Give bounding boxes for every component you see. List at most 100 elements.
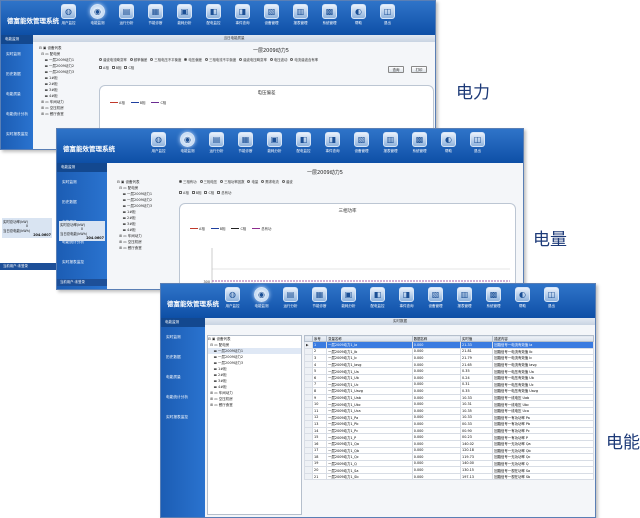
table-row[interactable]: 19 一层2009动力1_Q 0.000 140.00 回路信号一无功功率 Q bbox=[303, 459, 594, 468]
option-radio[interactable]: 三相功率因数 bbox=[220, 179, 244, 184]
nav-item-2[interactable]: ▤ 运行分析 bbox=[113, 3, 140, 33]
sidebar-item-realtime[interactable]: 实时监测 bbox=[57, 172, 107, 192]
option-radio[interactable]: 谐波 bbox=[281, 179, 293, 184]
sidebar-item-quality[interactable]: 电能质量 bbox=[161, 367, 205, 387]
table-row[interactable]: 3 一层2009动力1_Ic 0.000 21.79 回路信号一电流有效值 Ic bbox=[303, 354, 594, 362]
globe-icon: ◍ bbox=[151, 132, 166, 147]
nav-item-2[interactable]: ▤ 运行分析 bbox=[203, 131, 230, 161]
sidebar-item-statistics[interactable]: 电能统计分析 bbox=[1, 104, 33, 124]
nav-item-3[interactable]: ▦ 节能诊断 bbox=[142, 3, 169, 33]
option-radio[interactable]: 谐波电压畸变率 bbox=[239, 57, 267, 62]
table-row[interactable]: 13 一层2009动力1_Pb 0.000 00.33 回路信号一有功功率 Pb bbox=[303, 420, 594, 428]
table-row[interactable]: 7 一层2009动力1_Uc 0.000 0.31 回路信号一电压有效值 Uc bbox=[303, 380, 594, 389]
row-indicator bbox=[303, 360, 314, 369]
table-row[interactable]: 16 一层2009动力1_Qa 0.000 140.02 回路信号一无功功率 Qa bbox=[303, 439, 594, 448]
option-radio[interactable]: 电压波动 bbox=[269, 57, 287, 62]
sidebar-item-quality[interactable]: 电能质量 bbox=[1, 84, 33, 104]
nav-item-4[interactable]: ▣ 能耗分析 bbox=[261, 131, 288, 161]
nav-item-10[interactable]: ◐ 帮助 bbox=[435, 131, 462, 161]
option-radio[interactable]: 谐波电流畸变率 bbox=[99, 57, 127, 62]
option-radio[interactable]: 三相有功 bbox=[179, 179, 197, 184]
table-row[interactable]: 21 一层2009动力1_Sb 0.000 197.13 回路信号一视在功率 Sb bbox=[303, 472, 594, 481]
table-row[interactable]: 6 一层2009动力1_Ub 0.000 0.24 回路信号一电压有效值 Ub bbox=[303, 373, 594, 382]
option-radio[interactable]: 电量 bbox=[247, 179, 258, 184]
table-row[interactable]: 5 一层2009动力1_Ua 0.000 0.35 回路信号一电压有效值 Ua bbox=[303, 367, 594, 375]
nav-item-9[interactable]: ▩ 系统管理 bbox=[316, 3, 343, 33]
phase-checkbox[interactable]: C相 bbox=[204, 190, 214, 195]
option-radio[interactable]: 电流谐波含有率 bbox=[290, 57, 318, 62]
sidebar-item-realtime[interactable]: 实时监测 bbox=[161, 327, 205, 347]
sidebar-item-history[interactable]: 历史数据 bbox=[161, 347, 205, 367]
phase-checkbox[interactable]: A相 bbox=[99, 65, 109, 70]
nav-item-4[interactable]: ▣ 能耗分析 bbox=[171, 3, 198, 33]
nav-item-3[interactable]: ▦ 节能诊断 bbox=[306, 286, 333, 316]
table-row[interactable]: 9 一层2009动力1_Uab 0.000 10.33 回路信号一线电压 Uab bbox=[303, 393, 594, 402]
table-row[interactable]: 18 一层2009动力1_Qc 0.000 119.73 回路信号一无功功率 Qc bbox=[303, 453, 594, 461]
sidebar-item-report[interactable]: 实时报表监控 bbox=[57, 252, 107, 272]
query-button[interactable]: 查询 bbox=[388, 66, 404, 73]
nav-item-1[interactable]: ◉ 电能监测 bbox=[174, 131, 201, 161]
sidebar-item-realtime[interactable]: 实时监测 bbox=[1, 44, 33, 64]
nav-item-8[interactable]: ▥ 报表管理 bbox=[451, 286, 478, 316]
option-radio[interactable]: 三相电压不平衡度 bbox=[150, 57, 181, 62]
option-radio[interactable]: 三相电压 bbox=[199, 179, 217, 184]
nav-item-2[interactable]: ▤ 运行分析 bbox=[277, 286, 304, 316]
phase-checkbox[interactable]: 总有功 bbox=[217, 190, 231, 195]
nav-item-1[interactable]: ◉ 电能监测 bbox=[248, 286, 275, 316]
table-row[interactable]: ▶ 1 一层2009动力1_Ia 0.000 21.33 回路信号一电流有效值 Ia bbox=[303, 341, 594, 349]
table-row[interactable]: 10 一层2009动力1_Ubc 0.000 10.31 回路信号一线电压 Ubc bbox=[303, 400, 594, 408]
nav-item-11[interactable]: ◫ 退出 bbox=[538, 286, 565, 316]
nav-item-5[interactable]: ◧ 配电监控 bbox=[364, 286, 391, 316]
nav-item-7[interactable]: ▧ 设备管理 bbox=[258, 3, 285, 33]
nav-item-4[interactable]: ▣ 能耗分析 bbox=[335, 286, 362, 316]
monitor-icon: ◉ bbox=[90, 4, 105, 19]
table-row[interactable]: 14 一层2009动力1_Pc 0.000 00.90 回路信号一有功功率 Pc bbox=[303, 426, 594, 435]
nav-item-7[interactable]: ▧ 设备管理 bbox=[422, 286, 449, 316]
tree-group[interactable]: ⊞ ▭ 餐厅食堂 bbox=[39, 111, 95, 117]
nav-item-3[interactable]: ▦ 节能诊断 bbox=[232, 131, 259, 161]
nav-item-0[interactable]: ◍ 用户监控 bbox=[145, 131, 172, 161]
option-radio[interactable]: 三相电流不平衡度 bbox=[204, 57, 236, 62]
nav-item-6[interactable]: ◨ 事件查询 bbox=[393, 286, 420, 316]
option-radio[interactable]: 电压偏差 bbox=[184, 57, 202, 62]
phase-checkbox[interactable]: B相 bbox=[111, 65, 121, 70]
sidebar-item-history[interactable]: 历史数据 bbox=[1, 64, 33, 84]
table-row[interactable]: 17 一层2009动力1_Qb 0.000 120.18 回路信号一无功功率 Qb bbox=[303, 446, 594, 455]
table-row[interactable]: 2 一层2009动力1_Ib 0.000 21.81 回路信号一电流有效值 Ib bbox=[303, 347, 594, 356]
print-button[interactable]: 打印 bbox=[411, 66, 427, 73]
table-row[interactable]: 20 一层2009动力1_Sa 0.000 130.15 回路信号一视在功率 Sa bbox=[303, 466, 594, 474]
nav-item-0[interactable]: ◍ 用户监控 bbox=[219, 286, 246, 316]
nav-item-9[interactable]: ▩ 系统管理 bbox=[406, 131, 433, 161]
nav-item-9[interactable]: ▩ 系统管理 bbox=[480, 286, 507, 316]
tree-group[interactable]: ⊞ ▭ 餐厅食堂 bbox=[117, 245, 173, 251]
table-row[interactable]: 4 一层2009动力1_Iavg 0.000 21.65 回路信号一电流有效值 Iavg bbox=[303, 360, 594, 369]
sidebar-item-statistics[interactable]: 电能统计分析 bbox=[161, 387, 205, 407]
nav-item-8[interactable]: ▥ 报表管理 bbox=[377, 131, 404, 161]
sidebar-item-report[interactable]: 实时报表监控 bbox=[1, 124, 33, 144]
nav-item-1[interactable]: ◉ 电能监测 bbox=[84, 3, 111, 33]
phase-checkbox[interactable]: B相 bbox=[191, 190, 201, 195]
table-row[interactable]: 15 一层2009动力1_P 0.000 00.23 回路信号一有功功率 P bbox=[303, 433, 594, 441]
nav-item-5[interactable]: ◧ 配电监控 bbox=[200, 3, 227, 33]
nav-item-10[interactable]: ◐ 帮助 bbox=[509, 286, 536, 316]
sidebar-item-report[interactable]: 实时报表监控 bbox=[161, 407, 205, 427]
phase-checkbox[interactable]: A相 bbox=[179, 190, 189, 195]
sidebar-item-history[interactable]: 历史数据 bbox=[57, 192, 107, 212]
nav-item-11[interactable]: ◫ 退出 bbox=[464, 131, 491, 161]
nav-label: 用户监控 bbox=[61, 21, 76, 25]
nav-item-11[interactable]: ◫ 退出 bbox=[374, 3, 401, 33]
nav-item-5[interactable]: ◧ 配电监控 bbox=[290, 131, 317, 161]
option-radio[interactable]: 需求电流 bbox=[261, 179, 279, 184]
table-row[interactable]: 11 一层2009动力1_Uca 0.000 10.35 回路信号一线电压 Uca bbox=[303, 406, 594, 415]
nav-item-6[interactable]: ◨ 事件查询 bbox=[319, 131, 346, 161]
nav-item-7[interactable]: ▧ 设备管理 bbox=[348, 131, 375, 161]
table-row[interactable]: 12 一层2009动力1_Pa 0.000 10.33 回路信号一有功功率 Pa bbox=[303, 413, 594, 422]
nav-item-10[interactable]: ◐ 帮助 bbox=[345, 3, 372, 33]
table-row[interactable]: 8 一层2009动力1_Uavg 0.000 0.35 回路信号一电压有效值 Uavg bbox=[303, 387, 594, 395]
option-radio[interactable]: 频率偏差 bbox=[129, 57, 147, 62]
tree-group[interactable]: ⊞ ▭ 餐厅食堂 bbox=[208, 402, 301, 408]
phase-checkbox[interactable]: C相 bbox=[124, 65, 134, 70]
nav-item-0[interactable]: ◍ 用户监控 bbox=[55, 3, 82, 33]
nav-item-8[interactable]: ▥ 报表管理 bbox=[287, 3, 314, 33]
nav-item-6[interactable]: ◨ 事件查询 bbox=[229, 3, 256, 33]
